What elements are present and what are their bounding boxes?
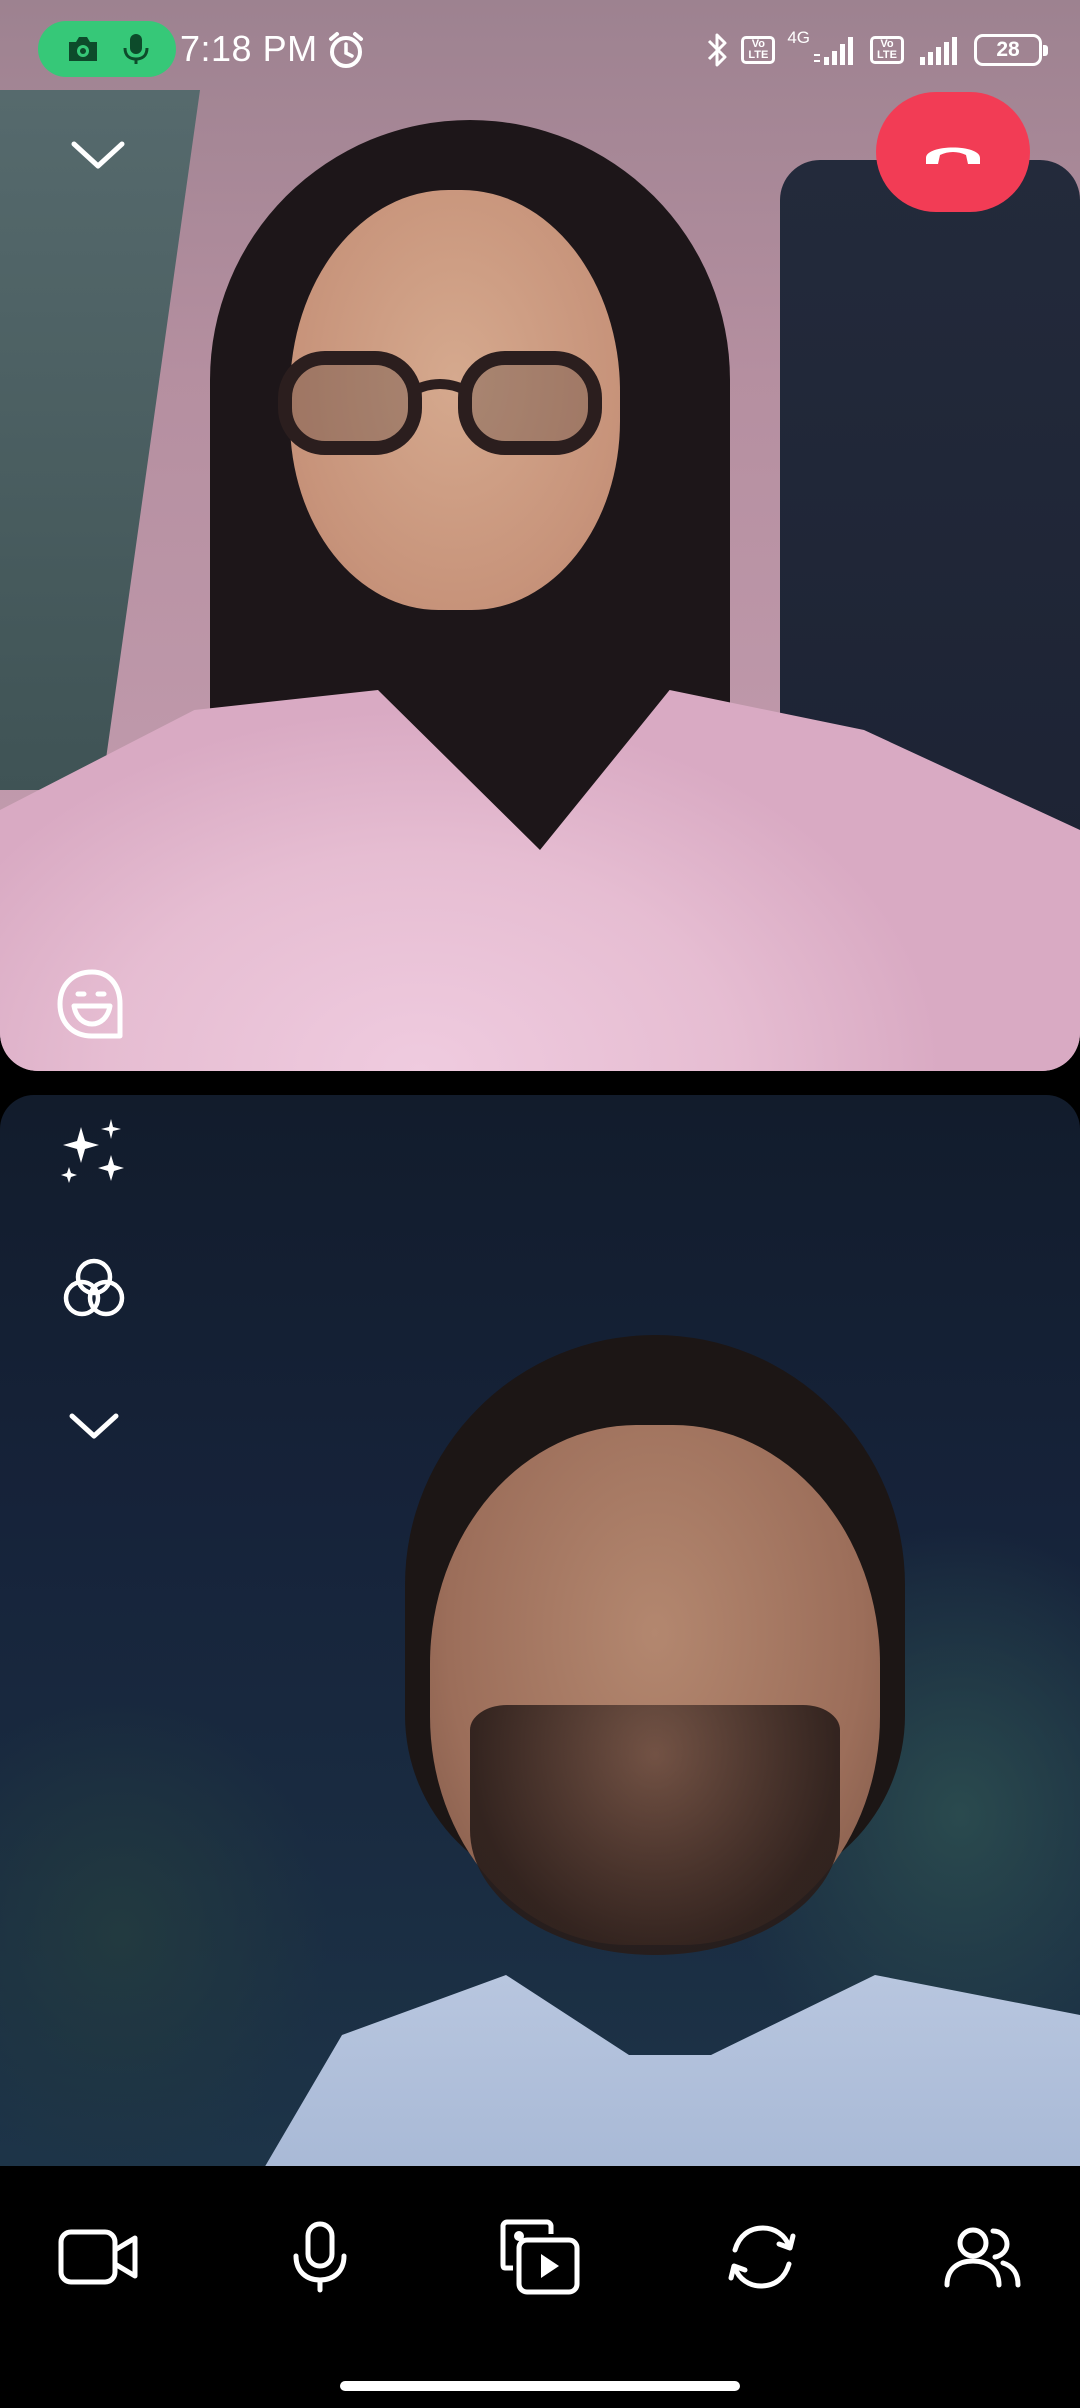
end-call-icon	[926, 147, 980, 164]
network-type: 4G	[787, 28, 810, 47]
home-indicator[interactable]	[340, 2381, 740, 2391]
bluetooth-icon	[708, 33, 727, 67]
sparkles-icon	[61, 1119, 124, 1183]
remote-video[interactable]	[0, 0, 1080, 1071]
local-beard	[470, 1705, 840, 1955]
switch-camera-icon	[728, 2225, 796, 2289]
signal-icon-2	[920, 37, 957, 65]
participants-button[interactable]	[934, 2212, 1030, 2302]
camera-icon	[68, 37, 97, 61]
collapse-call-button[interactable]	[62, 130, 134, 180]
share-media-button[interactable]	[492, 2212, 588, 2302]
battery-level: 28	[996, 38, 1020, 61]
toggle-video-button[interactable]	[50, 2212, 146, 2302]
sticker-button[interactable]	[52, 964, 132, 1044]
end-call-button[interactable]	[876, 92, 1030, 212]
mic-icon	[123, 34, 148, 64]
signal-icon	[814, 37, 853, 65]
sticker-icon	[57, 969, 123, 1039]
status-time: 7:18 PM	[180, 28, 318, 69]
status-bar: 7:18 PM Vo LTE 4G Vo LTE 28	[0, 0, 1080, 96]
alarm-icon	[329, 32, 363, 68]
status-icons: Vo LTE 4G Vo LTE 28	[705, 26, 1048, 74]
filters-button[interactable]	[52, 1246, 136, 1330]
glasses	[278, 351, 602, 455]
participants-icon	[944, 2227, 1021, 2288]
background-curtain	[0, 90, 201, 790]
lens-filter-icon	[63, 1258, 125, 1317]
volte-badge-1: Vo LTE	[741, 36, 776, 64]
chevron-down-icon	[71, 141, 125, 169]
recording-indicator	[38, 21, 176, 77]
media-share-icon	[500, 2219, 580, 2295]
more-tools-button[interactable]	[52, 1384, 136, 1468]
volte-lte-2: LTE	[877, 49, 897, 61]
chevron-down-icon	[69, 1413, 119, 1439]
microphone-icon	[293, 2221, 347, 2293]
effects-button[interactable]	[52, 1108, 136, 1192]
local-shirt	[260, 1975, 1080, 2166]
switch-camera-button[interactable]	[714, 2212, 810, 2302]
battery-icon: 28	[974, 34, 1048, 66]
volte-lte-1: LTE	[748, 49, 769, 61]
video-camera-icon	[58, 2229, 138, 2285]
local-video[interactable]	[0, 1095, 1080, 2166]
toggle-mic-button[interactable]	[272, 2212, 368, 2302]
volte-badge-2: Vo LTE	[870, 36, 904, 64]
